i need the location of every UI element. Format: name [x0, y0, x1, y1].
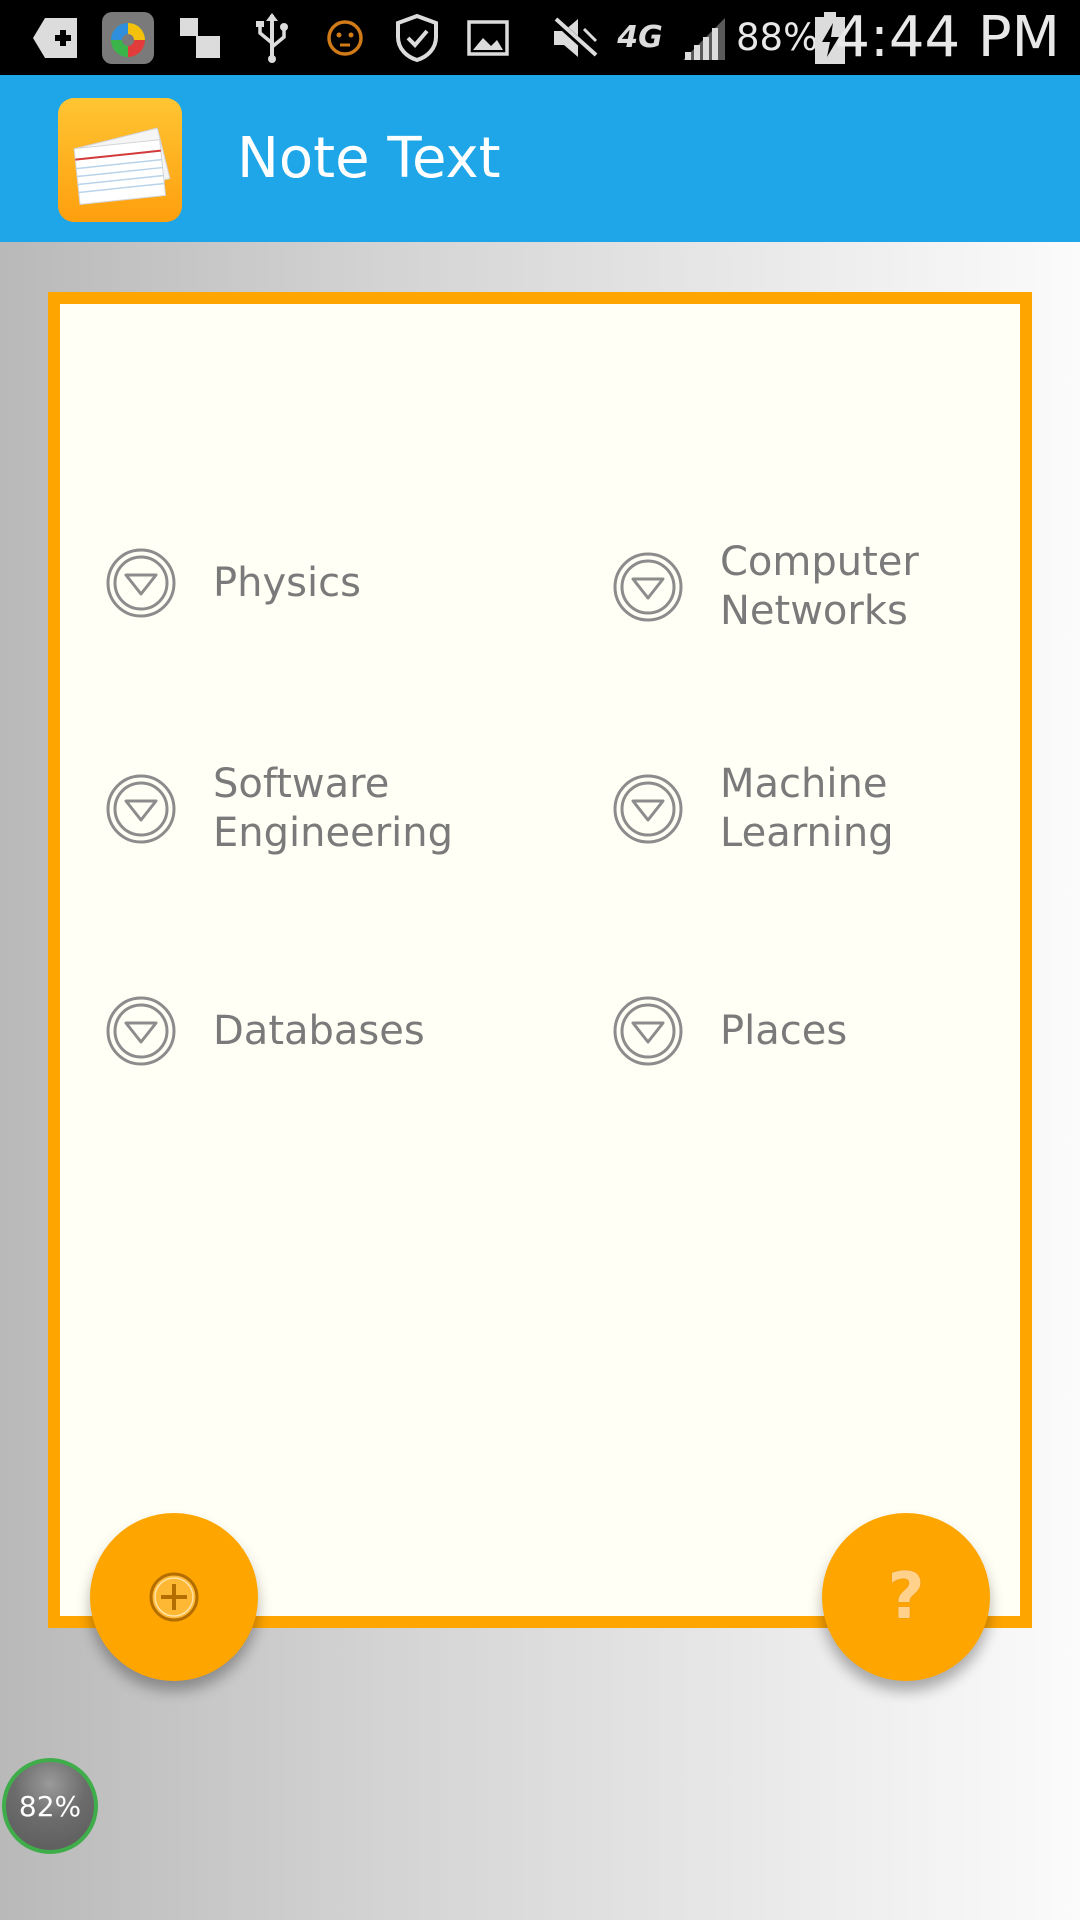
mute-icon	[548, 0, 602, 75]
app-title: Note Text	[237, 126, 501, 191]
app-store-icon	[100, 0, 156, 75]
topic-label: Machine Learning	[720, 761, 894, 856]
dropdown-circle-icon	[106, 996, 176, 1066]
topic-item-machine-learning[interactable]: Machine Learning	[612, 754, 894, 864]
help-icon: ?	[887, 1560, 925, 1634]
battery-percent: 88%	[736, 16, 819, 59]
clock: 4:44 PM	[834, 5, 1060, 70]
dropdown-circle-icon	[613, 774, 683, 844]
topic-item-databases[interactable]: Databases	[105, 976, 425, 1086]
dropdown-circle-icon	[613, 996, 683, 1066]
network-4g-icon: 4G	[617, 20, 663, 55]
battery-overlay-bubble[interactable]: 82%	[2, 1758, 98, 1854]
signal-icon	[676, 0, 730, 75]
image-icon	[465, 0, 511, 75]
shield-check-icon	[392, 0, 442, 75]
topic-item-places[interactable]: Places	[612, 976, 847, 1086]
app-bar: Note Text	[0, 75, 1080, 242]
usb-icon	[250, 0, 294, 75]
index-cards-icon[interactable]	[58, 98, 182, 222]
topic-label: Software Engineering	[213, 761, 453, 856]
topic-item-software-engineering[interactable]: Software Engineering	[105, 754, 453, 864]
add-box-icon	[28, 0, 84, 75]
add-circle-icon	[149, 1572, 199, 1622]
dropdown-circle-icon	[106, 774, 176, 844]
topic-label: Databases	[213, 1007, 425, 1054]
dropdown-circle-icon	[106, 548, 176, 618]
topic-label: Places	[720, 1007, 848, 1054]
dropdown-circle-icon	[613, 552, 683, 622]
topic-item-computer-networks[interactable]: Computer Networks	[612, 532, 919, 642]
topics-panel: Physics Computer Networks Software Engin…	[48, 292, 1032, 1628]
bubble-percent: 82%	[18, 1789, 82, 1823]
topic-label: Computer Networks	[720, 539, 919, 634]
status-bar: 4G 88% 4:44 PM	[0, 0, 1080, 75]
help-button[interactable]: ?	[822, 1513, 990, 1681]
topic-label: Physics	[213, 559, 361, 606]
face-icon	[322, 0, 368, 75]
topic-item-physics[interactable]: Physics	[105, 528, 361, 638]
blocks-icon	[175, 0, 225, 75]
add-note-button[interactable]	[90, 1513, 258, 1681]
